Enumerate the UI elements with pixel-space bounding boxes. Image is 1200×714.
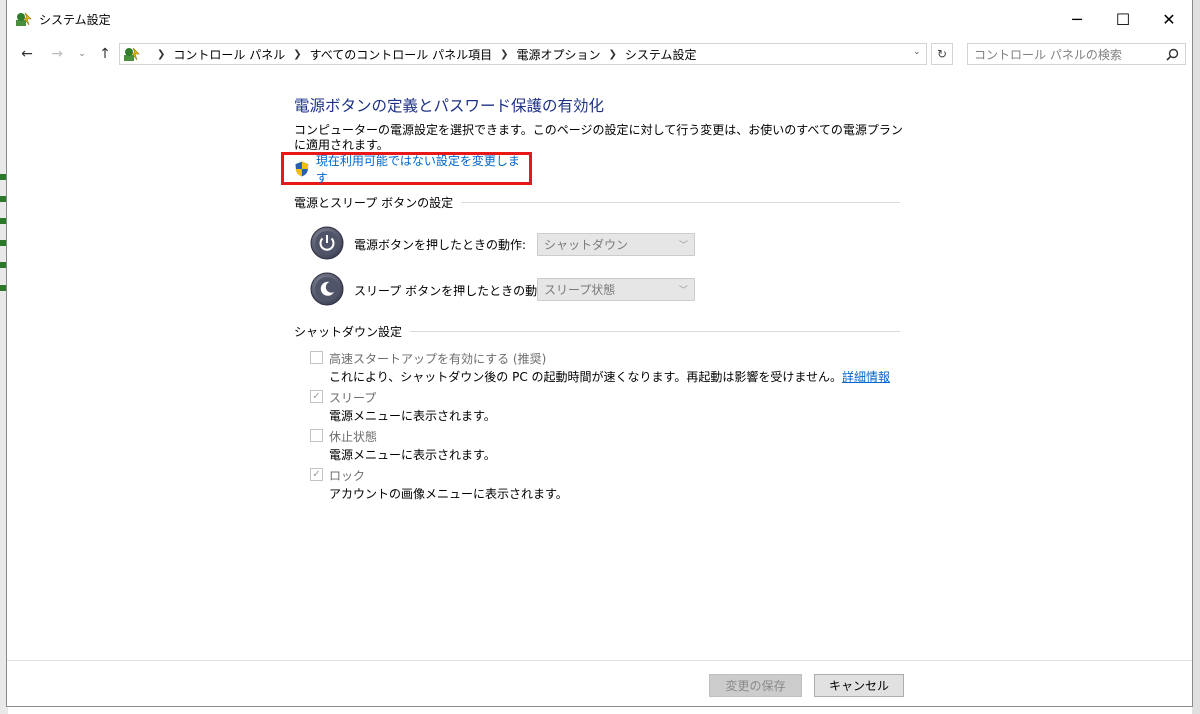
chevron-down-icon: ﹀ <box>678 241 688 251</box>
fast-startup-label: 高速スタートアップを有効にする (推奨) <box>329 352 547 366</box>
change-settings-highlight: 現在利用可能ではない設定を変更します <box>281 152 532 185</box>
lock-description: アカウントの画像メニューに表示されます。 <box>329 487 568 501</box>
window-title: システム設定 <box>39 13 111 27</box>
power-button-action-select[interactable]: シャットダウン ﹀ <box>537 233 695 256</box>
sleep-label: スリープ <box>329 391 377 405</box>
breadcrumb-separator-icon: ❯ <box>157 48 166 60</box>
sleep-button-action-value: スリープ状態 <box>544 283 616 297</box>
control-panel-icon <box>124 47 140 61</box>
forward-button[interactable]: → <box>47 44 67 64</box>
sleep-button-action-select[interactable]: スリープ状態 ﹀ <box>537 278 695 301</box>
hibernate-label: 休止状態 <box>329 430 378 444</box>
recent-locations-button[interactable]: ⌄ <box>75 44 89 64</box>
chevron-down-icon: ﹀ <box>678 286 688 296</box>
refresh-button[interactable]: ↻ <box>931 43 953 65</box>
dialog-footer: 変更の保存 キャンセル <box>7 660 1192 708</box>
lock-checkbox[interactable]: ✓ <box>310 468 323 481</box>
fast-startup-description: これにより、シャットダウン後の PC の起動時間が速くなります。再起動は影響を受… <box>329 370 890 384</box>
fast-startup-checkbox[interactable] <box>310 351 323 364</box>
search-icon[interactable] <box>1166 48 1179 61</box>
breadcrumb-separator-icon: ❯ <box>500 48 509 60</box>
shutdown-section-heading: シャットダウン設定 <box>294 323 900 340</box>
lock-label: ロック <box>329 469 366 483</box>
section-divider <box>410 331 900 332</box>
minimize-button[interactable]: ─ <box>1054 0 1100 38</box>
main-content: 電源ボタンの定義とパスワード保護の有効化 コンピューターの電源設定を選択できます… <box>7 70 1192 660</box>
more-info-link[interactable]: 詳細情報 <box>842 370 890 384</box>
navigation-bar: ← → ⌄ ↑ ❯ コントロール パネル ❯ すべてのコントロール パネル項目 … <box>7 38 1192 70</box>
save-changes-button[interactable]: 変更の保存 <box>709 674 802 697</box>
section-heading-text: 電源とスリープ ボタンの設定 <box>294 196 454 210</box>
address-dropdown-button[interactable]: ⌄ <box>913 47 921 57</box>
breadcrumb-system-settings[interactable]: システム設定 <box>625 46 697 63</box>
breadcrumb-all-items[interactable]: すべてのコントロール パネル項目 <box>310 46 493 63</box>
sleep-button-action-label: スリープ ボタンを押したときの動作: <box>354 284 554 298</box>
address-bar[interactable]: ❯ コントロール パネル ❯ すべてのコントロール パネル項目 ❯ 電源オプショ… <box>119 43 927 65</box>
background-edge-right <box>1192 0 1200 714</box>
breadcrumb-separator-icon: ❯ <box>608 48 617 60</box>
power-button-action-label: 電源ボタンを押したときの動作: <box>354 238 527 252</box>
title-bar[interactable]: システム設定 ─ ☐ ✕ <box>7 0 1192 38</box>
power-button-action-value: シャットダウン <box>544 238 629 252</box>
power-options-app-icon <box>16 12 32 26</box>
hibernate-checkbox[interactable] <box>310 429 323 442</box>
page-title: 電源ボタンの定義とパスワード保護の有効化 <box>294 97 605 115</box>
sleep-description: 電源メニューに表示されます。 <box>329 409 496 423</box>
hibernate-description: 電源メニューに表示されます。 <box>329 448 496 462</box>
up-button[interactable]: ↑ <box>95 44 115 64</box>
search-placeholder: コントロール パネルの検索 <box>974 47 1122 62</box>
breadcrumb-control-panel[interactable]: コントロール パネル <box>173 46 285 63</box>
section-divider <box>461 202 900 203</box>
back-button[interactable]: ← <box>17 44 37 64</box>
breadcrumb-power-options[interactable]: 電源オプション <box>517 46 601 63</box>
change-unavailable-settings-link[interactable]: 現在利用可能ではない設定を変更します <box>316 152 529 186</box>
breadcrumb-separator-icon: ❯ <box>293 48 302 60</box>
page-description: コンピューターの電源設定を選択できます。このページの設定に対して行う変更は、お使… <box>294 123 903 152</box>
close-button[interactable]: ✕ <box>1146 0 1192 38</box>
power-button-icon <box>310 226 344 260</box>
maximize-button[interactable]: ☐ <box>1100 0 1146 38</box>
system-settings-window: システム設定 ─ ☐ ✕ ← → ⌄ ↑ ❯ コントロール パネル ❯ すべての… <box>6 0 1193 707</box>
uac-shield-icon <box>295 161 309 176</box>
sleep-checkbox[interactable]: ✓ <box>310 390 323 403</box>
power-sleep-section-heading: 電源とスリープ ボタンの設定 <box>294 194 900 211</box>
search-input[interactable]: コントロール パネルの検索 <box>967 43 1186 65</box>
section-heading-text: シャットダウン設定 <box>294 325 403 339</box>
cancel-button[interactable]: キャンセル <box>814 674 904 697</box>
sleep-button-icon <box>310 272 344 306</box>
